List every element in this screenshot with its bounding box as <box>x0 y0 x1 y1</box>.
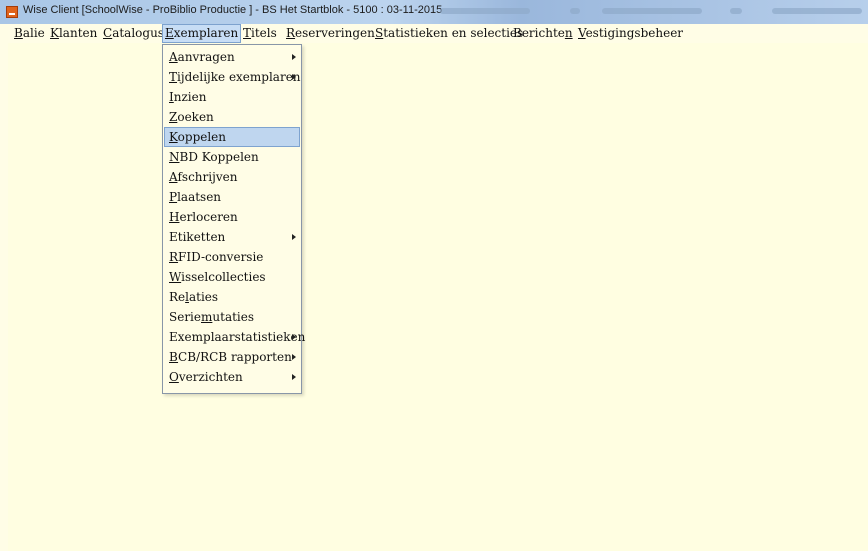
menuitem-etiketten[interactable]: Etiketten <box>164 227 300 247</box>
submenu-arrow-icon <box>292 54 296 60</box>
menuitem-inzien[interactable]: Inzien <box>164 87 300 107</box>
menuitem-plaatsen[interactable]: Plaatsen <box>164 187 300 207</box>
menu-reserveringen[interactable]: Reserveringen <box>286 25 375 41</box>
menuitem-zoeken[interactable]: Zoeken <box>164 107 300 127</box>
exemplaren-dropdown: Aanvragen Tijdelijke exemplaren Inzien Z… <box>162 44 305 394</box>
window-title: Wise Client [SchoolWise - ProBiblio Prod… <box>23 4 443 16</box>
menuitem-overzichten[interactable]: Overzichten <box>164 367 300 387</box>
menuitem-exemplaarstatistieken[interactable]: Exemplaarstatistieken <box>164 327 305 347</box>
menu-catalogus[interactable]: Catalogus <box>103 25 164 41</box>
menuitem-herloceren[interactable]: Herloceren <box>164 207 300 227</box>
title-bar: Wise Client [SchoolWise - ProBiblio Prod… <box>0 0 868 24</box>
submenu-arrow-icon <box>292 354 296 360</box>
menu-berichten[interactable]: Berichten <box>513 25 573 41</box>
blurred-background-bar <box>570 8 580 14</box>
menuitem-tijdelijke-exemplaren[interactable]: Tijdelijke exemplaren <box>164 67 301 87</box>
menu-vestigingsbeheer[interactable]: Vestigingsbeheer <box>578 25 683 41</box>
menuitem-wisselcollecties[interactable]: Wisselcollecties <box>164 267 300 287</box>
blurred-background-bar <box>440 8 530 14</box>
menu-bar: Balie Klanten Catalogus Exemplaren Titel… <box>0 24 868 43</box>
menuitem-koppelen[interactable]: Koppelen <box>164 127 300 147</box>
submenu-arrow-icon <box>292 234 296 240</box>
main-content-area <box>8 43 868 551</box>
menu-exemplaren[interactable]: Exemplaren <box>162 24 242 43</box>
app-icon <box>6 6 18 18</box>
blurred-background-bar <box>602 8 702 14</box>
submenu-arrow-icon <box>292 334 296 340</box>
blurred-background-bar <box>772 8 862 14</box>
submenu-arrow-icon <box>292 374 296 380</box>
menu-balie[interactable]: Balie <box>14 25 45 41</box>
menuitem-seriemutaties[interactable]: Seriemutaties <box>164 307 300 327</box>
menu-klanten[interactable]: Klanten <box>50 25 97 41</box>
submenu-arrow-icon <box>292 74 296 80</box>
menu-statistieken[interactable]: Statistieken en selecties <box>375 25 523 41</box>
menuitem-relaties[interactable]: Relaties <box>164 287 300 307</box>
menuitem-aanvragen[interactable]: Aanvragen <box>164 47 300 67</box>
menuitem-afschrijven[interactable]: Afschrijven <box>164 167 300 187</box>
menuitem-bcb-rcb-rapporten[interactable]: BCB/RCB rapporten <box>164 347 300 367</box>
blurred-background-bar <box>730 8 742 14</box>
menuitem-rfid-conversie[interactable]: RFID-conversie <box>164 247 300 267</box>
menuitem-nbd-koppelen[interactable]: NBD Koppelen <box>164 147 300 167</box>
menu-titels[interactable]: Titels <box>243 25 277 41</box>
